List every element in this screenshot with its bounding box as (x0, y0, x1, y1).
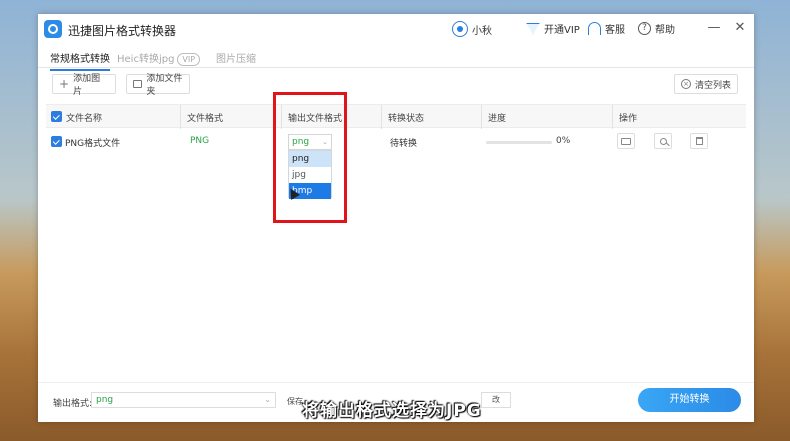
header-file-name: 文件名称 (66, 114, 103, 124)
row-file-name: PNG格式文件 (65, 139, 121, 149)
vip-badge: VIP (177, 53, 201, 66)
row-file-format: PNG (190, 136, 210, 146)
clear-list-label: 清空列表 (695, 80, 732, 91)
progress-text: 0% (556, 136, 571, 146)
search-icon (659, 137, 667, 145)
header-progress: 进度 (488, 114, 507, 124)
global-output-format-select[interactable]: png ⌄ (91, 392, 276, 408)
help-icon: ? (638, 22, 651, 35)
output-format-label: 输出格式: (53, 399, 93, 409)
column-divider (481, 105, 482, 129)
app-logo-icon (44, 20, 62, 38)
delete-button[interactable] (690, 133, 708, 149)
row-status: 待转换 (390, 139, 418, 149)
trash-icon (695, 137, 703, 145)
headset-icon (588, 22, 601, 35)
service-label: 客服 (605, 25, 625, 36)
table-header: 文件名称 文件格式 输出文件格式 转换状态 进度 操作 (46, 104, 746, 129)
clear-list-button[interactable]: × 清空列表 (674, 74, 738, 94)
header-actions: 操作 (619, 114, 638, 124)
clear-icon: × (681, 79, 691, 89)
add-folder-label: 添加文件夹 (146, 74, 183, 97)
user-avatar-icon (452, 21, 468, 37)
column-divider (180, 105, 181, 129)
user-name: 小秋 (472, 25, 492, 37)
plus-icon: + (59, 77, 70, 91)
close-button[interactable]: ✕ (732, 20, 748, 36)
tab-heic-label: Heic转换jpg (117, 54, 175, 65)
start-convert-button[interactable]: 开始转换 (638, 388, 741, 412)
global-output-format-value: png (96, 395, 114, 405)
minimize-button[interactable]: — (706, 20, 722, 36)
diamond-icon (526, 22, 540, 35)
title-bar: 迅捷图片格式转换器 小秋 开通VIP 客服 ? 帮助 — ✕ (38, 14, 754, 44)
tab-regular-convert[interactable]: 常规格式转换 (50, 50, 110, 71)
change-path-button[interactable]: 改 (481, 392, 511, 408)
header-file-format: 文件格式 (187, 114, 224, 124)
header-status: 转换状态 (388, 114, 425, 124)
open-folder-button[interactable] (617, 133, 635, 149)
video-caption: 将输出格式选择为JPG (302, 401, 482, 421)
tab-image-compress[interactable]: 图片压缩 (216, 50, 256, 65)
chevron-down-icon: ⌄ (264, 395, 271, 404)
help-button[interactable]: ? 帮助 (638, 21, 675, 36)
add-image-button[interactable]: + 添加图片 (52, 74, 116, 97)
app-title: 迅捷图片格式转换器 (68, 24, 177, 38)
add-image-label: 添加图片 (73, 74, 101, 97)
highlight-box (273, 92, 347, 223)
service-button[interactable]: 客服 (588, 21, 625, 36)
row-checkbox[interactable] (51, 136, 62, 147)
save-path-label: 保存 (287, 397, 303, 406)
add-folder-button[interactable]: 添加文件夹 (126, 74, 190, 97)
preview-button[interactable] (654, 133, 672, 149)
progress-bar (486, 141, 552, 144)
tab-heic-to-jpg[interactable]: Heic转换jpg VIP (117, 50, 201, 66)
help-label: 帮助 (655, 25, 675, 36)
vip-label: 开通VIP (544, 25, 580, 36)
folder-open-icon (621, 137, 631, 145)
column-divider (381, 105, 382, 129)
vip-button[interactable]: 开通VIP (526, 21, 580, 36)
tab-bar: 常规格式转换 Heic转换jpg VIP 图片压缩 (38, 46, 754, 71)
user-account[interactable]: 小秋 (452, 21, 492, 37)
column-divider (612, 105, 613, 129)
folder-icon (133, 80, 143, 88)
select-all-checkbox[interactable] (51, 111, 62, 122)
app-window: 迅捷图片格式转换器 小秋 开通VIP 客服 ? 帮助 — ✕ 常规格式转换 He… (38, 14, 754, 422)
